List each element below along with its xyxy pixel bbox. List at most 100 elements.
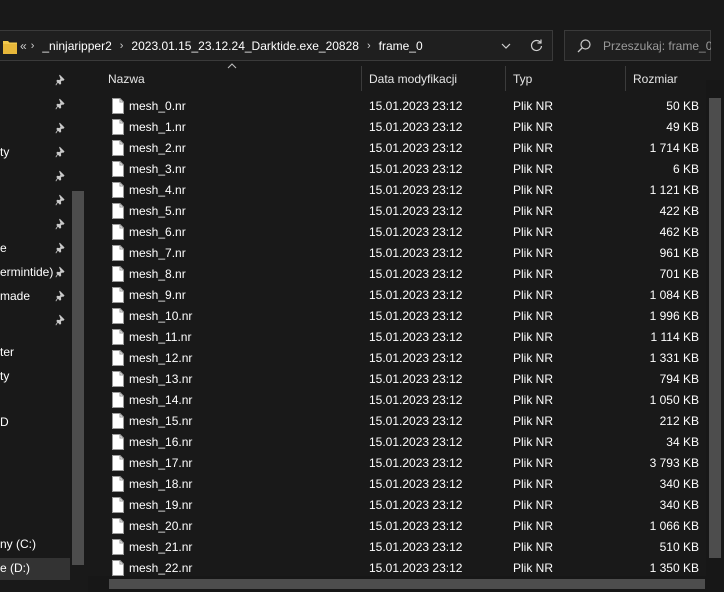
column-header-date[interactable]: Data modyfikacji [369, 66, 457, 91]
sidebar-item-label: e [0, 241, 7, 255]
file-list-vertical-scrollbar[interactable] [706, 80, 724, 576]
file-type: Plik NR [513, 435, 554, 449]
pin-icon[interactable] [55, 290, 67, 302]
pin-icon[interactable] [55, 98, 67, 110]
sidebar-item[interactable]: ny (C:) [0, 534, 70, 556]
file-list-horizontal-scrollbar[interactable] [88, 576, 706, 592]
sort-ascending-icon [227, 63, 237, 69]
file-row[interactable]: mesh_18.nr 15.01.2023 23:12 Plik NR 340 KB [88, 474, 706, 495]
pin-icon[interactable] [55, 314, 67, 326]
breadcrumb-separator: › [30, 39, 35, 52]
file-row[interactable]: mesh_12.nr 15.01.2023 23:12 Plik NR 1 331 K… [88, 348, 706, 369]
file-row[interactable]: mesh_0.nr 15.01.2023 23:12 Plik NR 50 KB [88, 96, 706, 117]
sidebar-item[interactable]: D [0, 412, 70, 434]
column-header-name[interactable]: Nazwa [108, 66, 145, 91]
file-type: Plik NR [513, 309, 554, 323]
address-bar[interactable]: « › _ninjaripper2 › 2023.01.15_23.12.24_… [0, 30, 553, 61]
sidebar-item-label: e (D:) [0, 561, 30, 575]
file-row[interactable]: mesh_1.nr 15.01.2023 23:12 Plik NR 49 KB [88, 117, 706, 138]
pin-icon[interactable] [55, 146, 67, 158]
file-row[interactable]: mesh_11.nr 15.01.2023 23:12 Plik NR 1 114 K… [88, 327, 706, 348]
column-divider[interactable] [505, 66, 506, 91]
column-header-size[interactable]: Rozmiar [633, 66, 678, 91]
file-row[interactable]: mesh_5.nr 15.01.2023 23:12 Plik NR 422 KB [88, 201, 706, 222]
sidebar-item[interactable]: ermintide) [0, 262, 70, 284]
file-date-modified: 15.01.2023 23:12 [369, 351, 463, 365]
file-row[interactable]: mesh_16.nr 15.01.2023 23:12 Plik NR 34 KB [88, 432, 706, 453]
file-date-modified: 15.01.2023 23:12 [369, 225, 463, 239]
file-row[interactable]: mesh_13.nr 15.01.2023 23:12 Plik NR 794 KB [88, 369, 706, 390]
sidebar-item-label: D [0, 415, 9, 429]
search-input[interactable] [603, 31, 711, 60]
refresh-button[interactable] [522, 31, 550, 60]
sidebar-item-label: ny (C:) [0, 537, 36, 551]
file-name: mesh_21.nr [129, 540, 193, 554]
file-size: 462 KB [659, 225, 699, 239]
file-type: Plik NR [513, 120, 554, 134]
pin-icon[interactable] [55, 194, 67, 206]
sidebar-item[interactable] [0, 214, 70, 236]
column-divider[interactable] [625, 66, 626, 91]
pin-icon[interactable] [55, 170, 67, 182]
breadcrumb-frame-0[interactable]: frame_0 [379, 39, 423, 53]
sidebar-item[interactable] [0, 70, 70, 92]
sidebar-item[interactable]: ty [0, 142, 70, 164]
file-row[interactable]: mesh_17.nr 15.01.2023 23:12 Plik NR 3 793 K… [88, 453, 706, 474]
sidebar-item[interactable]: e (D:) [0, 558, 70, 580]
file-type: Plik NR [513, 351, 554, 365]
navigation-scrollbar[interactable] [70, 186, 87, 592]
search-box[interactable] [564, 30, 711, 61]
file-row[interactable]: mesh_2.nr 15.01.2023 23:12 Plik NR 1 714 KB [88, 138, 706, 159]
pin-icon[interactable] [55, 266, 67, 278]
sidebar-item[interactable] [0, 190, 70, 212]
sidebar-item[interactable]: ter [0, 342, 70, 364]
file-name: mesh_16.nr [129, 435, 193, 449]
pin-icon[interactable] [55, 74, 67, 86]
file-date-modified: 15.01.2023 23:12 [369, 519, 463, 533]
breadcrumb-overflow[interactable]: « [20, 39, 27, 53]
file-type: Plik NR [513, 288, 554, 302]
sidebar-item[interactable] [0, 94, 70, 116]
navigation-pane: ty e ermintide) made ter ty Dny (C:) e (D:) [0, 66, 88, 592]
sidebar-item[interactable] [0, 118, 70, 140]
file-row[interactable]: mesh_9.nr 15.01.2023 23:12 Plik NR 1 084 KB [88, 285, 706, 306]
file-row[interactable]: mesh_10.nr 15.01.2023 23:12 Plik NR 1 996 K… [88, 306, 706, 327]
file-name: mesh_5.nr [129, 204, 186, 218]
address-history-dropdown[interactable] [494, 31, 518, 60]
file-row[interactable]: mesh_4.nr 15.01.2023 23:12 Plik NR 1 121 KB [88, 180, 706, 201]
sidebar-item[interactable]: e [0, 238, 70, 260]
sidebar-item[interactable] [0, 166, 70, 188]
navigation-scrollbar-thumb[interactable] [72, 191, 84, 565]
breadcrumb-ninjaripper2[interactable]: _ninjaripper2 [42, 39, 111, 53]
pin-icon[interactable] [55, 242, 67, 254]
file-row[interactable]: mesh_19.nr 15.01.2023 23:12 Plik NR 340 KB [88, 495, 706, 516]
column-header-type[interactable]: Typ [513, 66, 532, 91]
file-row[interactable]: mesh_7.nr 15.01.2023 23:12 Plik NR 961 KB [88, 243, 706, 264]
file-icon [112, 434, 124, 450]
vertical-scrollbar-thumb[interactable] [709, 98, 721, 558]
sidebar-item[interactable]: made [0, 286, 70, 308]
sidebar-item-label: made [0, 289, 31, 303]
breadcrumb-capture-folder[interactable]: 2023.01.15_23.12.24_Darktide.exe_20828 [131, 39, 359, 53]
breadcrumb-separator: › [366, 39, 371, 52]
file-row[interactable]: mesh_15.nr 15.01.2023 23:12 Plik NR 212 KB [88, 411, 706, 432]
file-icon [112, 413, 124, 429]
pin-icon[interactable] [55, 218, 67, 230]
file-row[interactable]: mesh_20.nr 15.01.2023 23:12 Plik NR 1 066 K… [88, 516, 706, 537]
file-row[interactable]: mesh_21.nr 15.01.2023 23:12 Plik NR 510 KB [88, 537, 706, 558]
address-toolbar: « › _ninjaripper2 › 2023.01.15_23.12.24_… [0, 24, 724, 66]
file-name: mesh_15.nr [129, 414, 193, 428]
file-icon [112, 350, 124, 366]
file-row[interactable]: mesh_3.nr 15.01.2023 23:12 Plik NR 6 KB [88, 159, 706, 180]
sidebar-item[interactable] [0, 310, 70, 332]
horizontal-scrollbar-thumb[interactable] [109, 579, 705, 589]
file-row[interactable]: mesh_14.nr 15.01.2023 23:12 Plik NR 1 050 K… [88, 390, 706, 411]
pin-icon[interactable] [55, 122, 67, 134]
file-date-modified: 15.01.2023 23:12 [369, 309, 463, 323]
column-divider[interactable] [361, 66, 362, 91]
folder-icon [3, 41, 17, 54]
file-row[interactable]: mesh_6.nr 15.01.2023 23:12 Plik NR 462 KB [88, 222, 706, 243]
file-row[interactable]: mesh_8.nr 15.01.2023 23:12 Plik NR 701 KB [88, 264, 706, 285]
file-type: Plik NR [513, 540, 554, 554]
sidebar-item[interactable]: ty [0, 366, 70, 388]
